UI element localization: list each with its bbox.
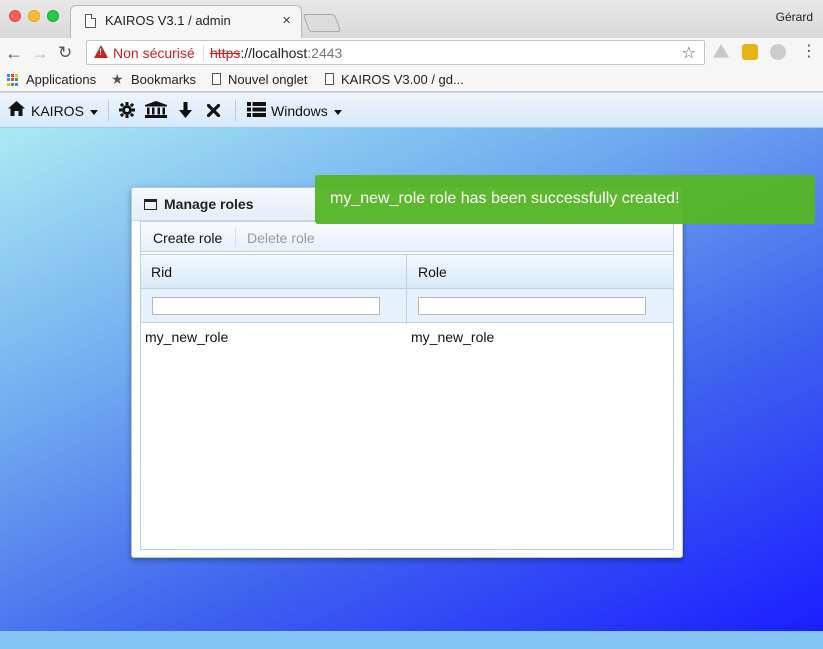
close-icon[interactable] [206,103,221,121]
browser-tab[interactable]: KAIROS V3.1 / admin × [70,5,302,39]
browser-titlebar: KAIROS V3.1 / admin × Gérard [0,0,823,39]
column-divider [406,254,407,324]
reload-icon[interactable]: ↻ [58,42,72,64]
window-body: Create role Delete role Rid Role my_new_… [140,221,674,550]
arrow-down-icon[interactable] [178,102,193,122]
profile-name[interactable]: Gérard [776,10,813,24]
apps-grid-icon [7,74,19,86]
bookmark-bookmarks[interactable]: Bookmarks [131,72,196,87]
bank-icon[interactable] [145,101,167,122]
app-toolbar: KAIROS Windows [0,93,823,128]
browser-menu-icon[interactable]: ⋮ [801,42,817,62]
bookmarks-bar: Applications ★ Bookmarks Nouvel onglet K… [0,68,823,92]
url-separator: :// [240,45,253,61]
toolbar-divider [108,100,109,122]
new-tab-button[interactable] [302,14,342,32]
chevron-down-icon [89,109,98,115]
rid-filter-input[interactable] [152,297,380,315]
column-header-rid[interactable]: Rid [151,264,172,280]
close-window-button[interactable] [9,10,21,22]
url-text[interactable]: https://localhost:2443 [210,45,342,61]
chevron-down-icon [333,109,342,115]
cell-role: my_new_role [411,329,495,345]
gear-icon[interactable] [119,102,135,122]
windows-menu[interactable]: Windows [271,103,342,119]
compass-extension-icon[interactable] [770,44,786,60]
tab-close-icon[interactable]: × [282,12,291,29]
star-icon: ★ [111,71,124,87]
maximize-window-button[interactable] [47,10,59,22]
window-icon [144,199,157,210]
column-header-role[interactable]: Role [418,264,447,280]
create-role-button[interactable]: Create role [153,230,222,246]
url-scheme: https [210,45,241,61]
forward-arrow-icon[interactable]: → [31,42,49,64]
list-icon[interactable] [247,102,266,121]
address-row: ← → ↻ Non sécurisé https://localhost:244… [0,38,823,68]
success-notification[interactable]: my_new_role role has been successfully c… [315,175,815,224]
security-label[interactable]: Non sécurisé [113,45,195,61]
drive-extension-icon[interactable] [713,44,729,58]
bookmark-applications[interactable]: Applications [26,72,96,87]
cell-rid: my_new_role [145,329,229,345]
kairos-menu-label: KAIROS [31,103,84,119]
grid-header: Rid Role [141,254,673,289]
footer-strip [0,631,823,649]
role-filter-input[interactable] [418,297,646,315]
url-port: :2443 [307,45,343,61]
notification-message: my_new_role role has been successfully c… [330,190,680,207]
delete-role-button[interactable]: Delete role [247,230,315,246]
warning-icon [94,45,108,58]
windows-menu-label: Windows [271,103,328,119]
kairos-menu[interactable]: KAIROS [31,103,98,119]
window-toolbar: Create role Delete role [141,222,673,252]
toolbar-divider [235,100,236,122]
table-row[interactable]: my_new_role my_new_role [141,323,673,349]
document-icon [325,73,334,85]
bookmark-kairos[interactable]: KAIROS V3.00 / gd... [341,72,464,87]
bookmark-new-tab[interactable]: Nouvel onglet [228,72,308,87]
back-arrow-icon[interactable]: ← [5,42,23,64]
document-icon [85,14,96,28]
omnibox-divider [203,45,204,61]
document-icon [212,73,221,85]
window-title: Manage roles [164,196,254,212]
tab-title: KAIROS V3.1 / admin [105,13,231,28]
filter-row [141,289,673,323]
toolbar-divider [235,228,236,246]
minimize-window-button[interactable] [28,10,40,22]
manage-roles-window: Manage roles Create role Delete role Rid… [131,187,683,558]
url-host: localhost [252,45,308,61]
address-bar[interactable]: Non sécurisé https://localhost:2443 ☆ [86,40,705,65]
home-icon[interactable] [8,101,25,120]
bookmark-star-icon[interactable]: ☆ [682,43,696,63]
lock-extension-icon[interactable] [742,44,758,60]
